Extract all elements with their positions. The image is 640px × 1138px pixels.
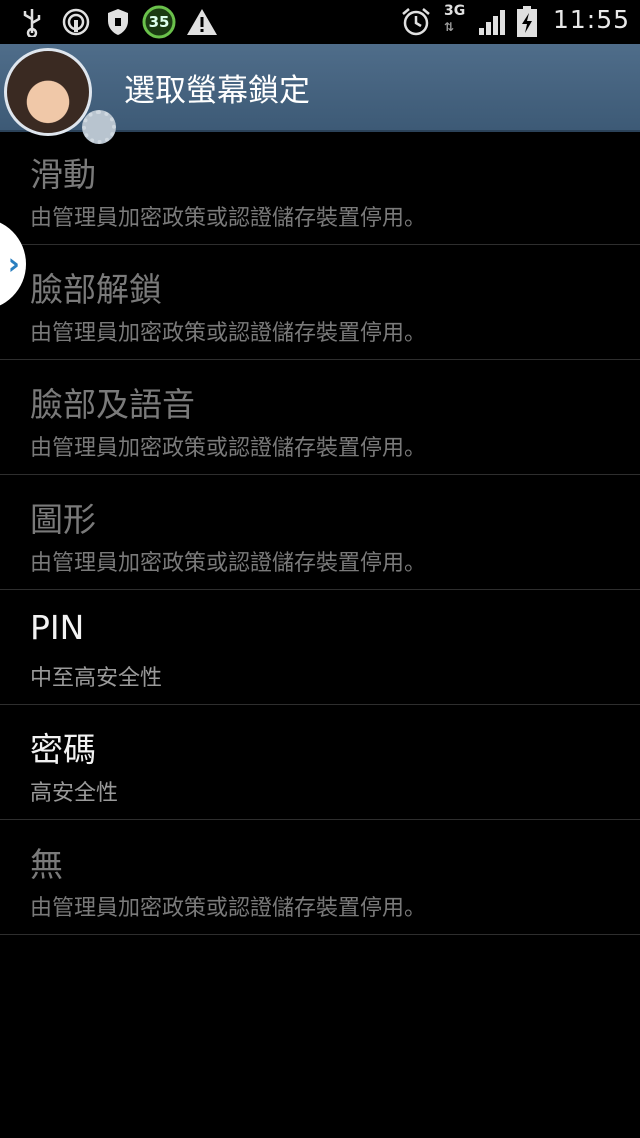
shield-icon bbox=[104, 6, 132, 38]
list-item-face-unlock[interactable]: 臉部解鎖 由管理員加密政策或認證儲存裝置停用。 bbox=[0, 245, 640, 360]
list-item-subtitle: 由管理員加密政策或認證儲存裝置停用。 bbox=[30, 206, 427, 231]
hotspot-icon bbox=[60, 6, 92, 38]
battery-icon bbox=[514, 6, 540, 38]
screen-lock-options-list: 滑動 由管理員加密政策或認證儲存裝置停用。 臉部解鎖 由管理員加密政策或認證儲存… bbox=[0, 130, 640, 935]
avatar[interactable] bbox=[4, 48, 92, 136]
battery-temp-icon: 35 bbox=[142, 5, 176, 39]
list-item-swipe[interactable]: 滑動 由管理員加密政策或認證儲存裝置停用。 bbox=[0, 130, 640, 245]
list-item-title: PIN bbox=[30, 608, 85, 647]
list-item-subtitle: 中至高安全性 bbox=[30, 666, 163, 691]
list-item-title: 圖形 bbox=[30, 500, 96, 539]
list-item-face-and-voice[interactable]: 臉部及語音 由管理員加密政策或認證儲存裝置停用。 bbox=[0, 360, 640, 475]
signal-icon bbox=[476, 6, 508, 38]
list-item-subtitle: 由管理員加密政策或認證儲存裝置停用。 bbox=[30, 896, 427, 921]
alarm-icon bbox=[400, 6, 432, 38]
page-title: 選取螢幕鎖定 bbox=[124, 73, 310, 109]
usb-icon bbox=[18, 6, 46, 38]
list-item-pattern[interactable]: 圖形 由管理員加密政策或認證儲存裝置停用。 bbox=[0, 475, 640, 590]
list-item-subtitle: 由管理員加密政策或認證儲存裝置停用。 bbox=[30, 436, 427, 461]
list-item-title: 臉部及語音 bbox=[30, 385, 195, 424]
network-type-label: 3G bbox=[444, 3, 466, 19]
clock: 11:55 bbox=[552, 5, 630, 34]
temp-badge: 35 bbox=[148, 13, 170, 31]
list-item-title: 密碼 bbox=[30, 730, 96, 769]
list-item-subtitle: 高安全性 bbox=[30, 781, 119, 806]
chevron-right-icon: › bbox=[7, 246, 20, 282]
list-item-title: 無 bbox=[30, 845, 63, 884]
status-bar: 35 3G ⇅ 11:55 bbox=[0, 0, 640, 44]
list-item-subtitle: 由管理員加密政策或認證儲存裝置停用。 bbox=[30, 321, 427, 346]
3g-icon: 3G ⇅ bbox=[444, 3, 466, 34]
list-item-title: 滑動 bbox=[30, 155, 96, 194]
list-item-pin[interactable]: PIN 中至高安全性 bbox=[0, 590, 640, 705]
warning-icon bbox=[186, 6, 218, 38]
action-bar: 選取螢幕鎖定 bbox=[0, 44, 640, 144]
list-item-subtitle: 由管理員加密政策或認證儲存裝置停用。 bbox=[30, 551, 427, 576]
list-item-none[interactable]: 無 由管理員加密政策或認證儲存裝置停用。 bbox=[0, 820, 640, 935]
list-item-title: 臉部解鎖 bbox=[30, 270, 162, 309]
list-item-password[interactable]: 密碼 高安全性 bbox=[0, 705, 640, 820]
